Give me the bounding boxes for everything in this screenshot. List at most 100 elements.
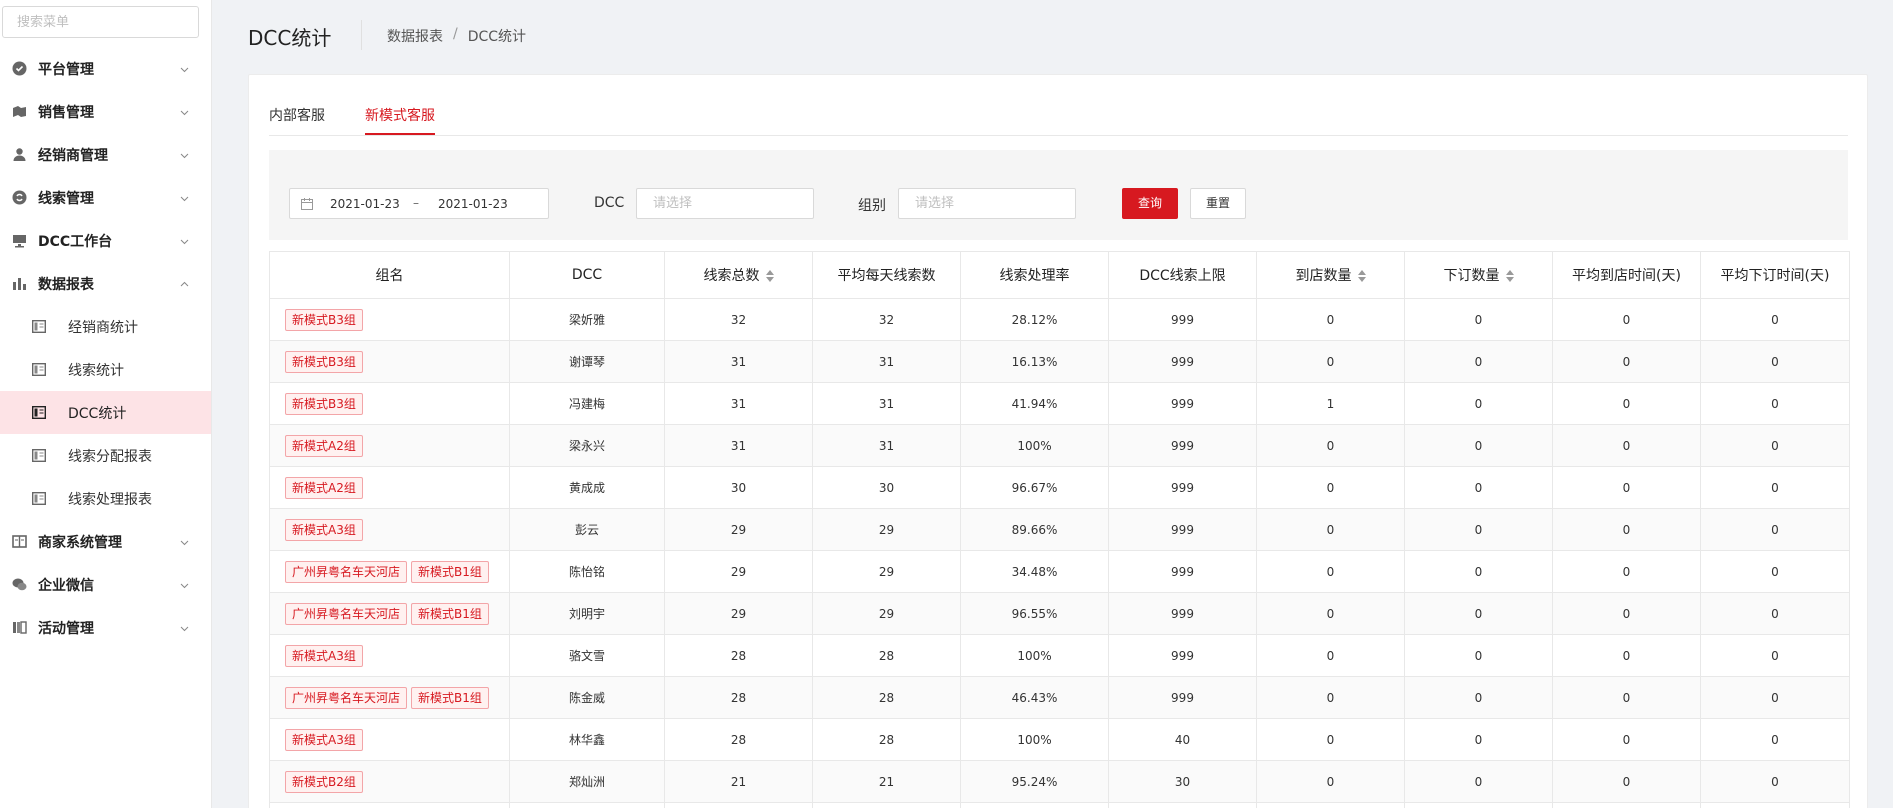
table-cell: 0 xyxy=(1256,340,1405,383)
sales-icon xyxy=(12,104,27,119)
sidebar: 平台管理 销售管理 经销商管理 线索管理 DCC工作台 数据报表 经销商统计 线… xyxy=(0,0,212,808)
table-cell xyxy=(960,802,1109,808)
sort-icon[interactable] xyxy=(1505,270,1514,282)
sidebar-item-merchant[interactable]: 商家系统管理 xyxy=(0,520,211,563)
sidebar-subitem[interactable]: DCC统计 xyxy=(0,391,211,434)
group-tag: 广州昇粤名车天河店 xyxy=(285,602,408,625)
table-cell: 40 xyxy=(1108,718,1257,761)
sidebar-subitem[interactable]: 经销商统计 xyxy=(0,305,211,348)
table-cell: 999 xyxy=(1108,298,1257,341)
table-cell: 46.43% xyxy=(960,676,1109,719)
sidebar-item-dealer[interactable]: 经销商管理 xyxy=(0,133,211,176)
table-row: 新模式A3组 骆文雪 28 28 100% 999 0 0 0 0 xyxy=(269,634,1850,677)
table-cell: 黄成成 xyxy=(509,466,665,509)
activity-icon xyxy=(12,620,27,635)
table-cell: 31 xyxy=(812,340,961,383)
column-header: DCC xyxy=(509,251,665,299)
table-cell: 100% xyxy=(960,718,1109,761)
table-cell xyxy=(509,802,665,808)
table-cell: 0 xyxy=(1552,466,1701,509)
sidebar-item-label: 销售管理 xyxy=(38,104,94,121)
table-cell: 0 xyxy=(1552,508,1701,551)
group-tag: 新模式B1组 xyxy=(411,686,489,709)
group-cell: 广州昇粤名车天河店 新模式B1组 xyxy=(269,592,510,635)
column-header: 平均下订时间(天) xyxy=(1700,251,1850,299)
chevron-down-icon xyxy=(180,235,189,245)
column-header[interactable]: 到店数量 xyxy=(1256,251,1405,299)
report-icon xyxy=(12,276,27,291)
table-row: 广州昇粤名车天河店 新模式B1组 陈怡铭 29 29 34.48% 999 0 0 0 0 xyxy=(269,550,1850,593)
table-cell: 31 xyxy=(812,382,961,425)
table-cell: 梁永兴 xyxy=(509,424,665,467)
group-tag: 新模式B3组 xyxy=(285,350,363,373)
report-page-icon xyxy=(31,405,47,420)
table-cell: 30 xyxy=(1108,760,1257,803)
sidebar-item-sales[interactable]: 销售管理 xyxy=(0,90,211,133)
table-cell: 陈金威 xyxy=(509,676,665,719)
column-header-label: DCC xyxy=(571,267,603,283)
sidebar-item-leads[interactable]: 线索管理 xyxy=(0,176,211,219)
sidebar-subitem[interactable]: 线索统计 xyxy=(0,348,211,391)
report-page-icon xyxy=(31,362,47,377)
table-cell: 29 xyxy=(812,592,961,635)
table-cell: 0 xyxy=(1256,676,1405,719)
date-start[interactable]: 2021-01-23 xyxy=(330,197,400,211)
sort-icon[interactable] xyxy=(765,270,774,282)
table-cell: 0 xyxy=(1256,466,1405,509)
chevron-down-icon xyxy=(180,192,189,202)
table-cell: 梁妡雅 xyxy=(509,298,665,341)
group-tag: 新模式A3组 xyxy=(285,518,363,541)
sidebar-item-workbench[interactable]: DCC工作台 xyxy=(0,219,211,262)
sidebar-item-activity[interactable]: 活动管理 xyxy=(0,606,211,649)
table-cell: 0 xyxy=(1552,298,1701,341)
sidebar-item-report[interactable]: 数据报表 xyxy=(0,262,211,305)
group-select[interactable]: 请选择 xyxy=(898,188,1076,219)
table-cell: 999 xyxy=(1108,592,1257,635)
filter-bar: 2021-01-23 – 2021-01-23 DCC 请选择 组别 请选择 查… xyxy=(269,150,1848,240)
tab-internal-service[interactable]: 内部客服 xyxy=(269,105,325,133)
group-tag: 新模式B2组 xyxy=(285,770,363,793)
chevron-down-icon xyxy=(180,149,189,159)
table-cell: 999 xyxy=(1108,634,1257,677)
table-cell: 28 xyxy=(812,634,961,677)
table-cell: 100% xyxy=(960,634,1109,677)
column-header[interactable]: 下订数量 xyxy=(1404,251,1553,299)
table-cell: 0 xyxy=(1552,592,1701,635)
chevron-down-icon xyxy=(180,622,189,632)
column-header-label: DCC线索上限 xyxy=(1139,268,1226,284)
search-menu-input[interactable] xyxy=(2,6,199,38)
sort-icon[interactable] xyxy=(1357,270,1366,282)
wechat-icon xyxy=(12,577,27,592)
header-divider xyxy=(361,20,362,50)
column-header-label: 平均每天线索数 xyxy=(837,268,936,284)
date-end[interactable]: 2021-01-23 xyxy=(438,197,508,211)
table-body: 新模式B3组 梁妡雅 32 32 28.12% 999 0 0 0 0 新模式B3组 谢谭琴 31 31 1… xyxy=(269,298,1850,808)
table-cell: 0 xyxy=(1404,718,1553,761)
sidebar-subitem[interactable]: 线索处理报表 xyxy=(0,477,211,520)
table-cell: 999 xyxy=(1108,508,1257,551)
sidebar-item-label: 商家系统管理 xyxy=(38,534,122,551)
sidebar-item-platform[interactable]: 平台管理 xyxy=(0,47,211,90)
table-cell: 0 xyxy=(1552,424,1701,467)
column-header: 平均到店时间(天) xyxy=(1552,251,1701,299)
column-header[interactable]: 线索总数 xyxy=(664,251,813,299)
table-cell xyxy=(1108,802,1257,808)
dcc-select[interactable]: 请选择 xyxy=(636,188,814,219)
sidebar-item-label: 活动管理 xyxy=(38,620,94,637)
date-range-picker[interactable]: 2021-01-23 – 2021-01-23 xyxy=(289,188,549,219)
tab-new-mode-service[interactable]: 新模式客服 xyxy=(365,105,435,135)
table-cell: 31 xyxy=(664,424,813,467)
table-row: 广州昇粤名车天河店 新模式B1组 刘明宇 29 29 96.55% 999 0 0 0 0 xyxy=(269,592,1850,635)
reset-button[interactable]: 重置 xyxy=(1190,188,1246,219)
breadcrumb-item-report[interactable]: 数据报表 xyxy=(387,26,443,46)
table-cell: 28 xyxy=(812,718,961,761)
table-cell: 0 xyxy=(1404,424,1553,467)
sidebar-item-wechat[interactable]: 企业微信 xyxy=(0,563,211,606)
sidebar-item-label: 企业微信 xyxy=(38,577,94,594)
table-cell: 0 xyxy=(1256,760,1405,803)
query-button[interactable]: 查询 xyxy=(1122,188,1178,219)
dcc-label: DCC xyxy=(594,195,625,211)
workbench-icon xyxy=(12,233,27,248)
sidebar-subitem[interactable]: 线索分配报表 xyxy=(0,434,211,477)
breadcrumb: 数据报表 / DCC统计 xyxy=(387,26,526,46)
